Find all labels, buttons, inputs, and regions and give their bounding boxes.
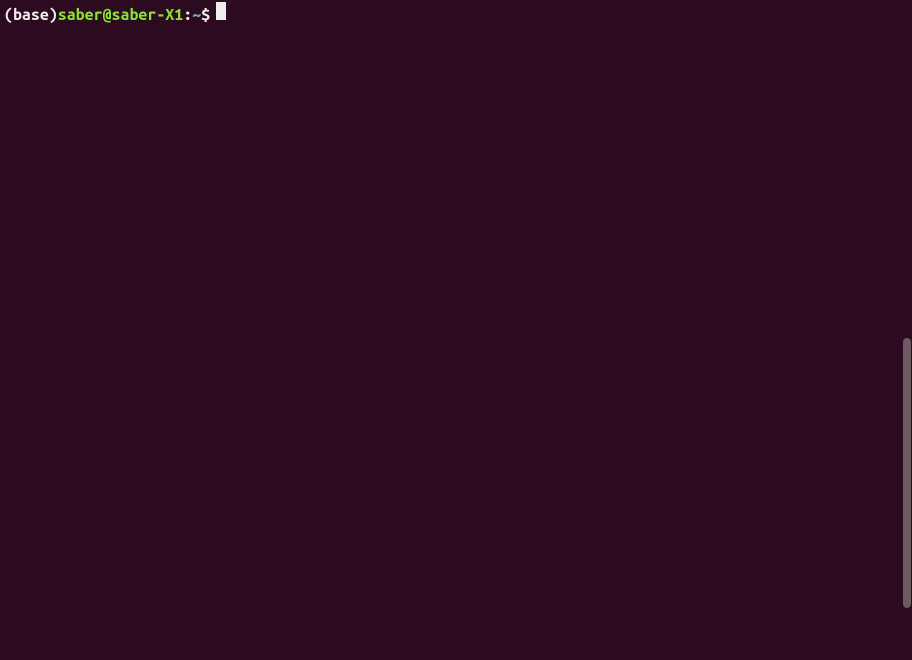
prompt-dollar: $ (201, 5, 210, 26)
terminal-cursor[interactable] (216, 2, 226, 20)
terminal-window[interactable]: (base) saber@saber-X1 : ~ $ (0, 0, 912, 660)
prompt-line: (base) saber@saber-X1 : ~ $ (4, 2, 908, 26)
scrollbar-track (902, 0, 912, 660)
prompt-colon: : (183, 5, 192, 26)
scrollbar-thumb[interactable] (903, 338, 911, 608)
prompt-env-prefix: (base) (4, 5, 58, 26)
prompt-path: ~ (192, 5, 201, 26)
prompt-user-host: saber@saber-X1 (58, 5, 183, 26)
